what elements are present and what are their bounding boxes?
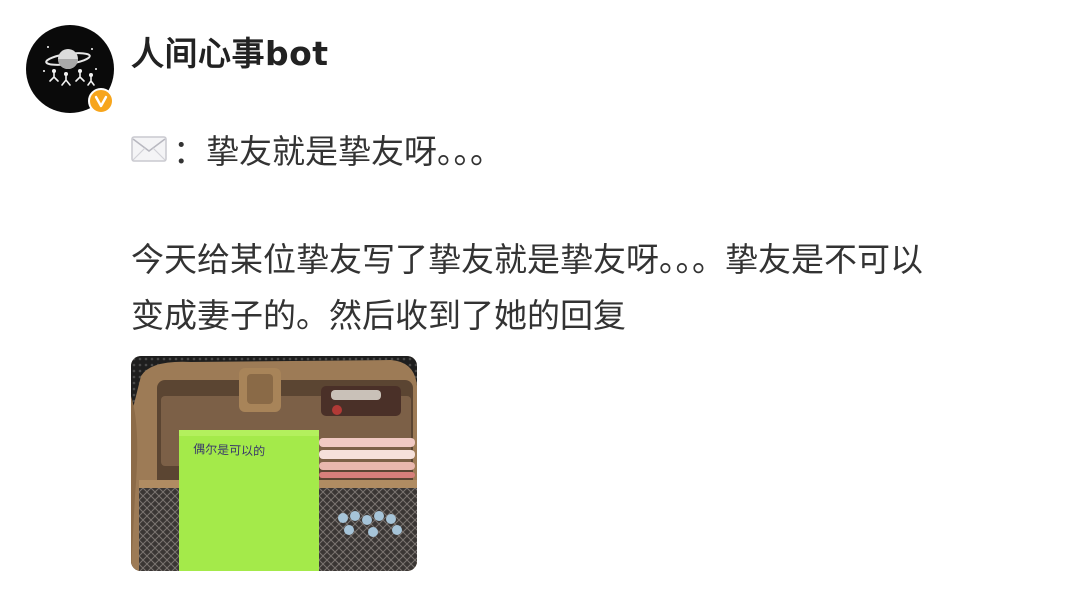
post-photo[interactable]: 偶尔是可以的 <box>131 356 417 571</box>
post-title: 挚友就是挚友呀。。。 <box>206 132 503 171</box>
username[interactable]: 人间心事bot <box>131 34 329 74</box>
post-title-line: ：挚友就是挚友呀。。。 <box>131 128 503 178</box>
envelope-icon <box>131 127 167 175</box>
post-body-line-1: 今天给某位挚友写了挚友就是挚友呀。。。挚友是不可以 <box>131 240 923 279</box>
colon-text: ： <box>173 132 206 171</box>
weibo-post: 人间心事bot ：挚友就是挚友呀。。。 今天给某位挚友写了挚友就是挚友呀。。。挚… <box>0 0 1080 610</box>
post-body-line-2: 变成妻子的。然后收到了她的回复 <box>131 296 626 335</box>
sticky-note-text: 偶尔是可以的 <box>193 441 265 459</box>
verified-badge-icon <box>88 88 114 114</box>
